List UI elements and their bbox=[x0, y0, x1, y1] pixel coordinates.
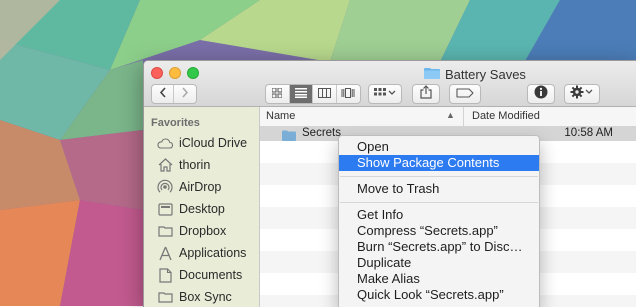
icon-view-icon bbox=[271, 85, 283, 103]
cloud-icon bbox=[157, 135, 173, 151]
menu-item-compress[interactable]: Compress “Secrets.app” bbox=[339, 223, 539, 239]
arrange-button[interactable] bbox=[368, 84, 402, 104]
sidebar-item-icloud-drive[interactable]: iCloud Drive bbox=[157, 133, 247, 153]
menu-item-make-alias[interactable]: Make Alias bbox=[339, 271, 539, 287]
chevron-right-icon bbox=[181, 85, 189, 103]
column-header-name[interactable]: Name bbox=[266, 110, 295, 122]
column-divider[interactable] bbox=[463, 107, 464, 126]
sidebar-item-label: Dropbox bbox=[179, 224, 227, 238]
zoom-window-button[interactable] bbox=[187, 67, 199, 79]
get-info-button[interactable] bbox=[527, 84, 555, 104]
sidebar-item-applications[interactable]: Applications bbox=[157, 243, 246, 263]
info-icon bbox=[534, 85, 548, 104]
coverflow-view-icon bbox=[341, 85, 355, 103]
icon-view-button[interactable] bbox=[266, 85, 290, 103]
folder-icon bbox=[424, 67, 440, 82]
sidebar-heading: Favorites bbox=[151, 117, 200, 129]
action-button[interactable] bbox=[564, 84, 600, 104]
desktop-icon bbox=[157, 201, 173, 217]
sidebar-item-documents[interactable]: Documents bbox=[157, 265, 242, 285]
airdrop-icon bbox=[157, 179, 173, 195]
sidebar-item-label: Documents bbox=[179, 268, 243, 282]
back-forward-control bbox=[151, 84, 197, 104]
documents-icon bbox=[157, 267, 173, 283]
view-switcher bbox=[265, 84, 361, 104]
app-folder-icon bbox=[282, 128, 296, 146]
home-icon bbox=[157, 157, 173, 173]
menu-item-burn-to-disc[interactable]: Burn “Secrets.app” to Disc… bbox=[339, 239, 539, 255]
sidebar-item-dropbox[interactable]: Dropbox bbox=[157, 221, 226, 241]
column-view-icon bbox=[317, 85, 331, 103]
menu-item-show-package-contents[interactable]: Show Package Contents bbox=[339, 155, 539, 171]
back-button[interactable] bbox=[152, 85, 175, 103]
coverflow-view-button[interactable] bbox=[337, 85, 360, 103]
sidebar-item-label: Applications bbox=[179, 246, 247, 260]
menu-separator bbox=[340, 202, 538, 203]
forward-button[interactable] bbox=[174, 85, 196, 103]
menu-separator bbox=[340, 176, 538, 177]
window-title-text: Battery Saves bbox=[445, 66, 526, 82]
sidebar: Favorites iCloud Drive thorin AirDrop De… bbox=[144, 107, 260, 307]
menu-item-quick-look[interactable]: Quick Look “Secrets.app” bbox=[339, 287, 539, 303]
sidebar-item-thorin[interactable]: thorin bbox=[157, 155, 210, 175]
column-header-date-modified[interactable]: Date Modified bbox=[472, 110, 540, 122]
file-date-modified: 10:58 AM bbox=[564, 127, 613, 139]
file-name: Secrets bbox=[302, 127, 341, 139]
box-sync-icon bbox=[157, 289, 173, 305]
list-view-icon bbox=[294, 85, 307, 103]
sidebar-item-label: Box Sync bbox=[179, 290, 232, 304]
sort-ascending-icon: ▲ bbox=[446, 110, 455, 120]
minimize-window-button[interactable] bbox=[169, 67, 181, 79]
sidebar-item-label: AirDrop bbox=[179, 180, 222, 194]
sidebar-item-desktop[interactable]: Desktop bbox=[157, 199, 225, 219]
column-header-bar: Name ▲ Date Modified bbox=[260, 107, 636, 127]
arrange-grid-icon bbox=[374, 85, 396, 103]
applications-icon bbox=[157, 245, 173, 261]
share-button[interactable] bbox=[412, 84, 440, 104]
menu-item-duplicate[interactable]: Duplicate bbox=[339, 255, 539, 271]
window-title: Battery Saves bbox=[424, 66, 526, 82]
sidebar-item-box-sync[interactable]: Box Sync bbox=[157, 287, 232, 307]
close-window-button[interactable] bbox=[151, 67, 163, 79]
title-bar[interactable]: Battery Saves bbox=[144, 61, 636, 107]
gear-icon bbox=[570, 85, 594, 104]
menu-item-get-info[interactable]: Get Info bbox=[339, 207, 539, 223]
list-view-button[interactable] bbox=[289, 85, 313, 103]
sidebar-item-label: Desktop bbox=[179, 202, 225, 216]
share-icon bbox=[420, 84, 432, 104]
menu-item-move-to-trash[interactable]: Move to Trash bbox=[339, 181, 539, 197]
sidebar-item-airdrop[interactable]: AirDrop bbox=[157, 177, 221, 197]
sidebar-item-label: iCloud Drive bbox=[179, 136, 248, 150]
dropbox-folder-icon bbox=[157, 223, 173, 239]
tag-icon bbox=[456, 85, 474, 103]
context-menu: Open Show Package Contents Move to Trash… bbox=[338, 135, 540, 307]
chevron-left-icon bbox=[159, 85, 167, 103]
column-view-button[interactable] bbox=[313, 85, 337, 103]
tags-button[interactable] bbox=[449, 84, 481, 104]
menu-item-open[interactable]: Open bbox=[339, 139, 539, 155]
sidebar-item-label: thorin bbox=[179, 158, 211, 172]
